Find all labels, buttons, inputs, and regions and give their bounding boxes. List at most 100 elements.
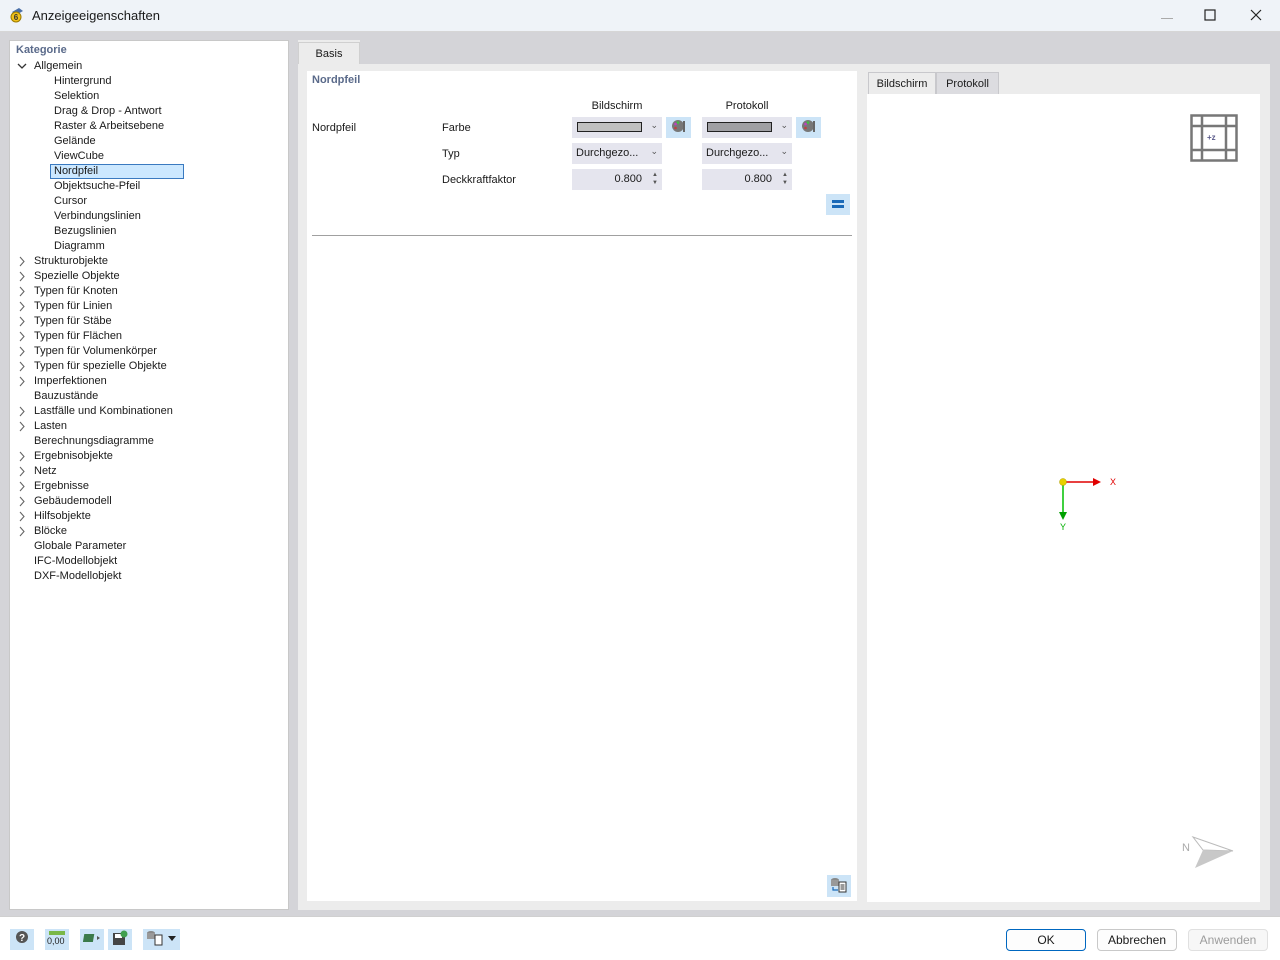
chevron-right-icon[interactable] — [17, 314, 29, 329]
tree-item[interactable]: Typen für Linien — [19, 299, 113, 314]
tree-item[interactable]: Ergebnisobjekte — [19, 449, 113, 464]
chevron-right-icon[interactable] — [17, 404, 29, 419]
tree-item[interactable]: Lasten — [19, 419, 67, 434]
chevron-right-icon[interactable] — [17, 374, 29, 389]
chevron-right-icon[interactable] — [17, 254, 29, 269]
screen-color-palette-button[interactable] — [666, 117, 691, 138]
tree-item[interactable]: Gebäudemodell — [19, 494, 112, 509]
cancel-button[interactable]: Abbrechen — [1097, 929, 1177, 951]
apply-button[interactable]: Anwenden — [1188, 929, 1268, 951]
data-export-dropdown[interactable] — [143, 929, 180, 950]
tree-item[interactable]: DXF-Modellobjekt — [34, 569, 121, 584]
tree-item-label: Blöcke — [34, 525, 68, 537]
viewcube[interactable]: +z — [1190, 114, 1240, 167]
report-opacity-spinner[interactable]: 0.800 ▲ ▼ — [702, 169, 792, 190]
tree-item[interactable]: Berechnungsdiagramme — [34, 434, 154, 449]
tree-item[interactable]: Objektsuche-Pfeil — [54, 179, 140, 194]
tree-item[interactable]: ViewCube — [54, 149, 104, 164]
preview-canvas[interactable]: +z X Y N X — [867, 94, 1260, 902]
tree-item[interactable]: Diagramm — [54, 239, 105, 254]
chevron-right-icon[interactable] — [17, 494, 29, 509]
tree-item[interactable]: Strukturobjekte — [19, 254, 108, 269]
help-button[interactable]: ? — [10, 929, 34, 950]
chevron-right-icon[interactable] — [17, 299, 29, 314]
tree-item-label: Typen für Knoten — [34, 285, 118, 297]
tree-item-label: Typen für spezielle Objekte — [34, 360, 167, 372]
chevron-right-icon[interactable] — [17, 419, 29, 434]
spinner-arrows-icon[interactable]: ▲ ▼ — [652, 171, 658, 187]
tree-item[interactable]: Netz — [19, 464, 57, 479]
tree-item[interactable]: Drag & Drop - Antwort — [54, 104, 162, 119]
tree-item[interactable]: Typen für spezielle Objekte — [19, 359, 167, 374]
chevron-right-icon[interactable] — [17, 284, 29, 299]
report-opacity-value: 0.800 — [744, 173, 772, 185]
tree-item[interactable]: Verbindungslinien — [54, 209, 141, 224]
screen-type-select[interactable]: Durchgezo... ⌄ — [572, 143, 662, 164]
tree-item-label: Nordpfeil — [50, 164, 184, 179]
ok-button[interactable]: OK — [1006, 929, 1086, 951]
tree-item[interactable]: Imperfektionen — [19, 374, 107, 389]
tree-item[interactable]: Typen für Flächen — [19, 329, 123, 344]
maximize-button[interactable] — [1187, 0, 1233, 32]
tree-item[interactable]: Spezielle Objekte — [19, 269, 120, 284]
tree-item-label: Typen für Linien — [34, 300, 113, 312]
screen-type-value: Durchgezo... — [576, 147, 639, 159]
data-export-button[interactable] — [827, 875, 851, 897]
decimal-places-button[interactable]: 0,00 — [45, 929, 69, 950]
tree-item[interactable]: Lastfälle und Kombinationen — [19, 404, 173, 419]
chevron-down-icon: ⌄ — [780, 120, 788, 130]
chevron-down-icon[interactable] — [17, 59, 29, 74]
opacity-label: Deckkraftfaktor — [442, 174, 516, 186]
tree-item-label: Berechnungsdiagramme — [34, 435, 154, 447]
screen-opacity-spinner[interactable]: 0.800 ▲ ▼ — [572, 169, 662, 190]
tab-basis[interactable]: Basis — [298, 42, 360, 64]
close-button[interactable] — [1233, 0, 1279, 32]
tree-item[interactable]: Bauzustände — [34, 389, 98, 404]
tree-item-label: Typen für Flächen — [34, 330, 123, 342]
chevron-right-icon[interactable] — [17, 359, 29, 374]
tree-item[interactable]: Ergebnisse — [19, 479, 89, 494]
tree-item[interactable]: Blöcke — [19, 524, 68, 539]
save-settings-button[interactable] — [108, 929, 132, 950]
tree-item[interactable]: Nordpfeil — [50, 164, 184, 179]
tree-item-label: Typen für Volumenkörper — [34, 345, 157, 357]
load-settings-button[interactable] — [80, 929, 104, 950]
chevron-right-icon[interactable] — [17, 344, 29, 359]
screen-color-select[interactable]: ⌄ — [572, 117, 662, 138]
tree-item[interactable]: Raster & Arbeitsebene — [54, 119, 164, 134]
tree-item-label: Lastfälle und Kombinationen — [34, 405, 173, 417]
tree-item[interactable]: Cursor — [54, 194, 87, 209]
tree-item[interactable]: Typen für Volumenkörper — [19, 344, 157, 359]
report-type-select[interactable]: Durchgezo... ⌄ — [702, 143, 792, 164]
tree-item-label: IFC-Modellobjekt — [34, 555, 118, 567]
tree-item-label: Imperfektionen — [34, 375, 107, 387]
spinner-arrows-icon[interactable]: ▲ ▼ — [782, 171, 788, 187]
chevron-right-icon[interactable] — [17, 524, 29, 539]
tree-item[interactable]: Hilfsobjekte — [19, 509, 91, 524]
chevron-right-icon[interactable] — [17, 329, 29, 344]
tree-item[interactable]: Globale Parameter — [34, 539, 126, 554]
tree-item[interactable]: Gelände — [54, 134, 96, 149]
tree-item[interactable]: Hintergrund — [54, 74, 111, 89]
report-color-palette-button[interactable] — [796, 117, 821, 138]
chevron-right-icon[interactable] — [17, 449, 29, 464]
tree-item[interactable]: Selektion — [54, 89, 99, 104]
chevron-right-icon[interactable] — [17, 464, 29, 479]
section-title: Nordpfeil — [312, 74, 361, 86]
minimize-button[interactable] — [1144, 0, 1190, 32]
chevron-right-icon[interactable] — [17, 479, 29, 494]
sync-values-button[interactable] — [826, 194, 850, 215]
tree-item-label: Objektsuche-Pfeil — [54, 180, 141, 192]
tree-item[interactable]: Bezugslinien — [54, 224, 116, 239]
tab-preview-screen[interactable]: Bildschirm — [868, 72, 936, 94]
chevron-right-icon[interactable] — [17, 269, 29, 284]
category-tree[interactable]: Kategorie Allgemein Hintergrund Selektion D… — [9, 40, 289, 910]
tree-item[interactable]: Allgemein — [17, 59, 82, 74]
report-color-select[interactable]: ⌄ — [702, 117, 792, 138]
tab-preview-report[interactable]: Protokoll — [936, 72, 999, 94]
tree-item[interactable]: Typen für Stäbe — [19, 314, 112, 329]
chevron-right-icon[interactable] — [17, 509, 29, 524]
tree-item[interactable]: Typen für Knoten — [19, 284, 118, 299]
svg-text:6: 6 — [14, 13, 19, 22]
tree-item[interactable]: IFC-Modellobjekt — [34, 554, 117, 569]
